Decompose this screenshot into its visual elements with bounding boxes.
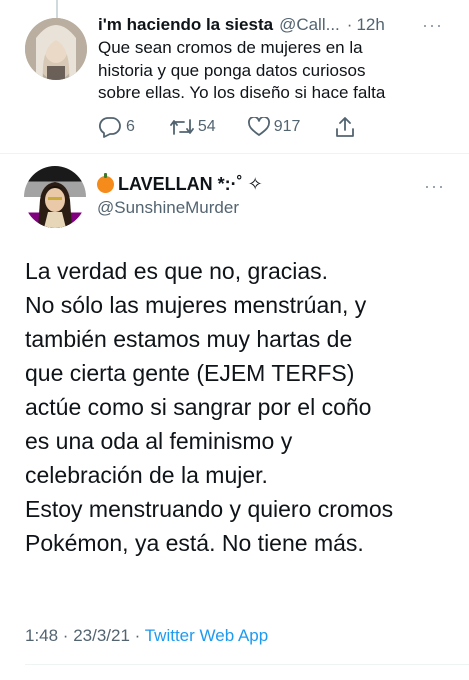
tweet-metadata: 1:48 · 23/3/21 · Twitter Web App [25,626,268,646]
tweet-text-line: La verdad es que no, gracias. [25,258,329,284]
tweet-text-line: celebración de la mujer. [25,462,268,488]
author-display-name[interactable]: LAVELLAN *:·˚ ✧ [118,174,263,195]
reply-text-line: historia y que ponga datos curiosos [98,60,366,80]
reply-button[interactable]: 6 [98,116,135,138]
tweet-text-line: también estamos muy hartas de [25,326,353,352]
heart-icon [247,117,270,136]
tweet-text-line: actúe como si sangrar por el coño [25,394,372,420]
tweet-text-line: No sólo las mujeres menstrúan, y [25,292,367,318]
reply-more-options-icon[interactable]: ··· [422,15,443,36]
metadata-divider [25,664,469,665]
tweet-timestamp[interactable]: 1:48 · 23/3/21 · [25,626,140,645]
speech-bubble-icon [98,117,121,138]
pumpkin-emoji-icon [97,173,114,193]
reply-avatar[interactable] [25,18,87,80]
reply-tweet-header: i'm haciendo la siesta @Call... · 12h ··… [98,13,443,37]
share-icon [336,117,355,137]
reply-count: 6 [126,118,135,135]
reply-text-line: sobre ellas. Yo los diseño si hace falta [98,83,386,102]
reply-avatar-image [25,18,87,80]
thread-connector-line [56,0,58,18]
share-button[interactable] [334,116,356,138]
reply-text-line: Que sean cromos de mujeres en la [98,38,363,57]
reply-time-separator: · [346,15,353,34]
tweet-divider [0,153,469,154]
reply-tweet-text: Que sean cromos de mujeres en la histori… [98,37,443,105]
tweet-text-line: Pokémon, ya está. No tiene más. [25,530,364,556]
tweet-text-line: es una oda al feminismo y [25,428,293,454]
retweet-count: 54 [197,118,216,135]
like-button[interactable]: 917 [247,117,301,137]
author-name-row[interactable]: LAVELLAN *:·˚ ✧ [97,173,263,195]
tweet-text: La verdad es que no, gracias. No sólo la… [25,254,455,560]
tweet-text-line: que cierta gente (EJEM TERFS) [25,360,355,386]
like-count: 917 [273,118,301,135]
reply-action-bar: 6 54 917 [98,114,398,140]
reply-timestamp[interactable]: 12h [356,15,384,35]
reply-display-name[interactable]: i'm haciendo la siesta [98,15,273,35]
retweet-button[interactable]: 54 [169,117,216,137]
author-avatar-image [24,166,86,228]
retweet-icon [170,119,194,135]
tweet-more-options-icon[interactable]: ··· [424,176,445,197]
author-avatar[interactable] [24,166,86,228]
reply-handle[interactable]: @Call... [279,15,340,35]
tweet-text-line: Estoy menstruando y quiero cromos [25,496,394,522]
tweet-source-link[interactable]: Twitter Web App [145,626,268,645]
author-handle[interactable]: @SunshineMurder [97,198,239,218]
